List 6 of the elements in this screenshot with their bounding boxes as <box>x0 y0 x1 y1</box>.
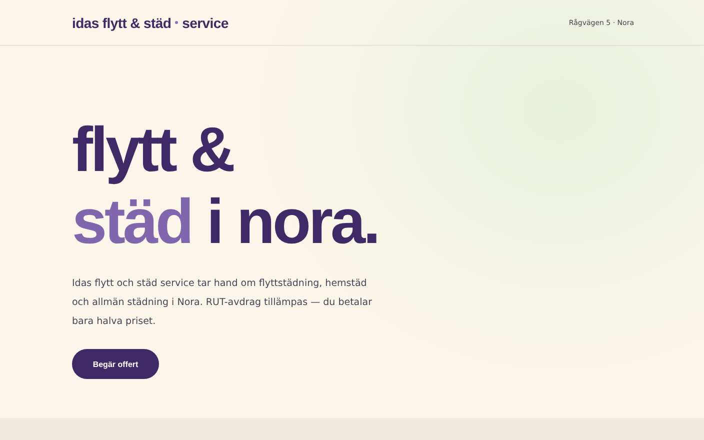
hero-heading: flytt & städ i nora. <box>72 114 380 258</box>
quote-button[interactable]: Begär offert <box>72 349 159 379</box>
brand-suffix: service <box>182 14 228 30</box>
dot-icon <box>175 21 178 24</box>
brand-name: idas flytt & städ <box>72 14 172 30</box>
hero-description: Idas flytt och städ service tar hand om flyttstädning, hemstäd och allmän städning i Nora. RUT-avdrag tillämpas — du betalar bara halva priset. <box>72 277 372 329</box>
